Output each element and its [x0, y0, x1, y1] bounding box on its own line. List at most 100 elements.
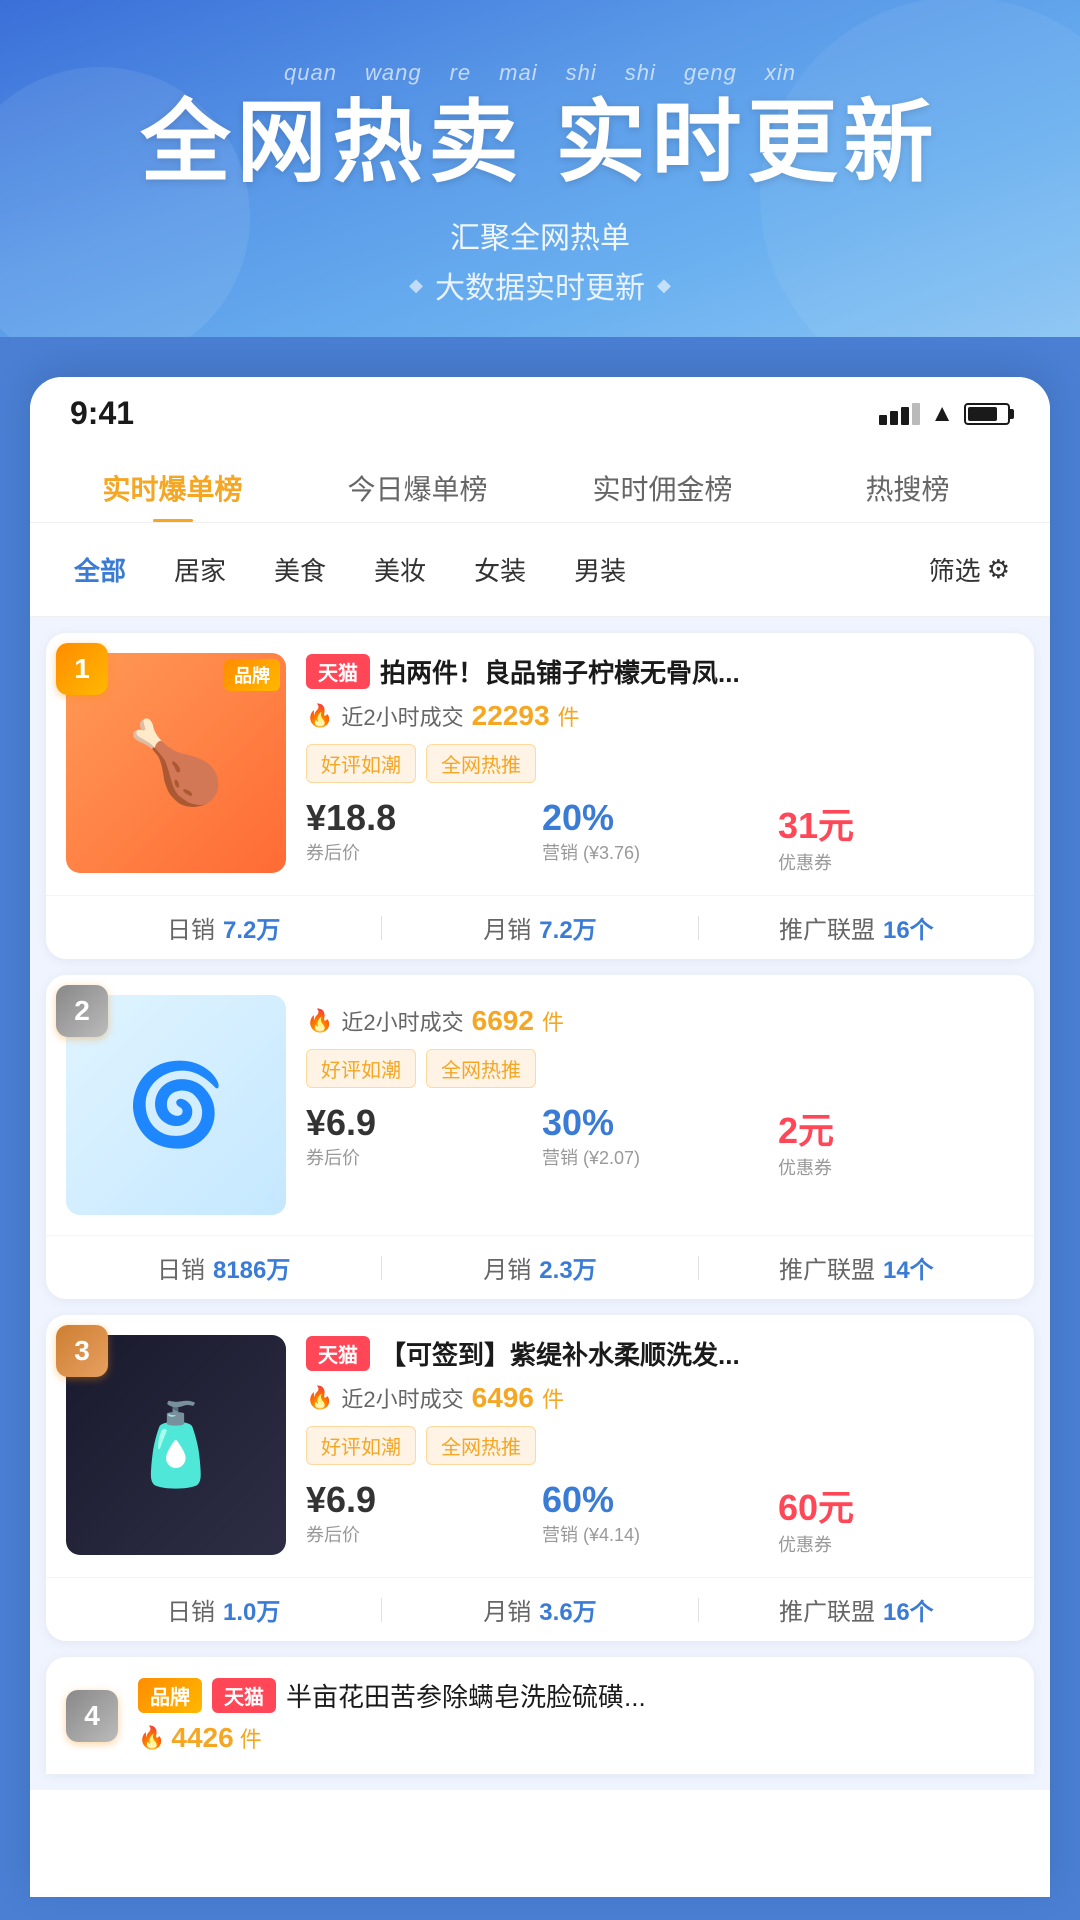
rank-badge-4: 4	[66, 1690, 118, 1742]
monthly-sales-2: 月销 2.3万	[382, 1250, 697, 1285]
sales-count-2: 6692	[472, 1005, 534, 1037]
daily-sales-count-1: 7.2万	[223, 910, 280, 945]
tag-row-1: 好评如潮 全网热推	[306, 744, 1014, 783]
hero-subtitle2: 大数据实时更新	[0, 263, 1080, 307]
alliance-label-3: 推广联盟	[779, 1592, 875, 1627]
cat-women[interactable]: 女装	[450, 541, 550, 598]
monthly-sales-value-3: 3.6万	[539, 1592, 596, 1627]
monthly-sales-label-2: 月销	[483, 1250, 531, 1285]
sales-unit-2: 件	[542, 1005, 564, 1037]
cat-food[interactable]: 美食	[250, 541, 350, 598]
pinyin-geng: geng	[684, 60, 737, 86]
product-3-image-wrap: 3 🧴	[66, 1335, 286, 1555]
sales-unit-1: 件	[558, 700, 580, 732]
product-title-3: 【可签到】紫缇补水柔顺洗发...	[380, 1335, 740, 1372]
tag-row-3: 好评如潮 全网热推	[306, 1426, 1014, 1465]
alliance-3: 推广联盟 16个	[699, 1592, 1014, 1627]
pinyin-mai: mai	[499, 60, 537, 86]
product-1-image-wrap: 1 🍗 品牌	[66, 653, 286, 873]
tab-commission[interactable]: 实时佣金榜	[540, 452, 785, 522]
price-row-1: ¥18.8 券后价 20% 营销 (¥3.76) 31元 优惠券	[306, 797, 1014, 875]
commission-sub-3: 营销 (¥4.14)	[542, 1521, 778, 1547]
price-main-3: ¥6.9	[306, 1479, 542, 1521]
daily-sales-value-3: 1.0万	[223, 1592, 280, 1627]
monthly-sales-value-2: 2.3万	[539, 1250, 596, 1285]
cat-all[interactable]: 全部	[50, 541, 150, 598]
alliance-label-1: 推广联盟	[779, 910, 875, 945]
fire-icon-2: 🔥	[306, 1008, 333, 1034]
tab-hot-search[interactable]: 热搜榜	[785, 452, 1030, 522]
product-2-emoji: 🌀	[126, 1058, 226, 1152]
tab-realtime-hot[interactable]: 实时爆单榜	[50, 452, 295, 522]
daily-sales-3: 日销 1.0万	[66, 1592, 381, 1627]
daily-sales-label-3: 日销	[167, 1592, 215, 1627]
alliance-value-1: 16个	[883, 910, 934, 945]
coupon-label-3: 优惠券	[778, 1531, 1014, 1557]
sales-label-2: 近2小时成交	[341, 1005, 463, 1037]
fire-icon-3: 🔥	[306, 1385, 333, 1411]
price-row-3: ¥6.9 券后价 60% 营销 (¥4.14) 60元 优惠券	[306, 1479, 1014, 1557]
hero-title: 全网热卖 实时更新	[0, 94, 1080, 193]
product-card-4-partial[interactable]: 4 品牌 天猫 半亩花田苦参除螨皂洗脸硫磺... 🔥 4426 件	[46, 1657, 1034, 1774]
cat-beauty[interactable]: 美妆	[350, 541, 450, 598]
hero-section: quan wang re mai shi shi geng xin 全网热卖 实…	[0, 0, 1080, 337]
cat-home[interactable]: 居家	[150, 541, 250, 598]
phone-mockup: 9:41 ▲ 实时爆单榜 今日爆单榜 实时佣金榜 热搜榜 全部 居家 美食 美妆…	[30, 377, 1050, 1897]
daily-sales-2: 日销 8186万	[66, 1250, 381, 1285]
product-1-info: 天猫 拍两件！良品铺子柠檬无骨凤... 🔥 近2小时成交 22293 件 好评如…	[306, 653, 1014, 875]
fire-icon-1: 🔥	[306, 703, 333, 729]
price-label-2: 券后价	[306, 1144, 542, 1170]
commission-sub-1: 营销 (¥3.76)	[542, 839, 778, 865]
daily-sales-label-1: 日销	[167, 910, 215, 945]
main-tabs: 实时爆单榜 今日爆单榜 实时佣金榜 热搜榜	[30, 442, 1050, 523]
tag-hot-push-1: 全网热推	[426, 744, 536, 783]
coupon-2: 2元	[778, 1102, 1014, 1154]
coupon-1: 31元	[778, 797, 1014, 849]
products-list: 1 🍗 品牌 天猫 拍两件！良品铺子柠檬无骨凤... 🔥 近2小时成交 2229…	[30, 617, 1050, 1790]
price-label-3: 券后价	[306, 1521, 542, 1547]
daily-sales-label-2: 日销	[157, 1250, 205, 1285]
product-1-stats: 日销 7.2万 月销 7.2万 推广联盟 16个	[46, 895, 1034, 959]
tag-good-review-3: 好评如潮	[306, 1426, 416, 1465]
product-2-info: 🔥 近2小时成交 6692 件 好评如潮 全网热推 ¥6.9 券后价	[306, 995, 1014, 1180]
category-bar: 全部 居家 美食 美妆 女装 男装 筛选 ⚙	[30, 523, 1050, 617]
pinyin-row: quan wang re mai shi shi geng xin	[0, 60, 1080, 86]
monthly-sales-label-1: 月销	[483, 910, 531, 945]
product-3-emoji: 🧴	[126, 1398, 226, 1492]
commission-2: 30%	[542, 1102, 778, 1144]
tag-hot-push-2: 全网热推	[426, 1049, 536, 1088]
pinyin-shi1: shi	[566, 60, 597, 86]
battery-icon	[964, 403, 1010, 425]
product-card-3[interactable]: 3 🧴 天猫 【可签到】紫缇补水柔顺洗发... 🔥 近2小时成交 6496 件	[46, 1315, 1034, 1641]
price-main-1: ¥18.8	[306, 797, 542, 839]
product-card-2[interactable]: 2 🌀 🔥 近2小时成交 6692 件 好评如潮 全网热推	[46, 975, 1034, 1299]
status-icons: ▲	[879, 400, 1010, 428]
status-bar: 9:41 ▲	[30, 377, 1050, 442]
coupon-label-1: 优惠券	[778, 849, 1014, 875]
platform-tag-3: 天猫	[306, 1336, 370, 1371]
commission-1: 20%	[542, 797, 778, 839]
wifi-icon: ▲	[930, 400, 954, 428]
signal-icon	[879, 403, 920, 425]
tab-today-hot[interactable]: 今日爆单榜	[295, 452, 540, 522]
tag-good-review-2: 好评如潮	[306, 1049, 416, 1088]
pinyin-wang: wang	[365, 60, 422, 86]
brand-tag-1: 品牌	[224, 659, 280, 691]
monthly-sales-value-1: 7.2万	[539, 910, 596, 945]
filter-label: 筛选	[929, 551, 981, 588]
tag-good-review-1: 好评如潮	[306, 744, 416, 783]
alliance-1: 推广联盟 16个	[699, 910, 1014, 945]
rank-badge-2: 2	[56, 985, 108, 1037]
commission-3: 60%	[542, 1479, 778, 1521]
coupon-3: 60元	[778, 1479, 1014, 1531]
rank-badge-1: 1	[56, 643, 108, 695]
commission-sub-2: 营销 (¥2.07)	[542, 1144, 778, 1170]
filter-button[interactable]: 筛选 ⚙	[909, 541, 1030, 598]
sales-label-1: 近2小时成交	[341, 700, 463, 732]
alliance-label-2: 推广联盟	[779, 1250, 875, 1285]
cat-men[interactable]: 男装	[550, 541, 650, 598]
coupon-label-2: 优惠券	[778, 1154, 1014, 1180]
product-card-1[interactable]: 1 🍗 品牌 天猫 拍两件！良品铺子柠檬无骨凤... 🔥 近2小时成交 2229…	[46, 633, 1034, 959]
alliance-value-2: 14个	[883, 1250, 934, 1285]
pinyin-quan: quan	[284, 60, 337, 86]
